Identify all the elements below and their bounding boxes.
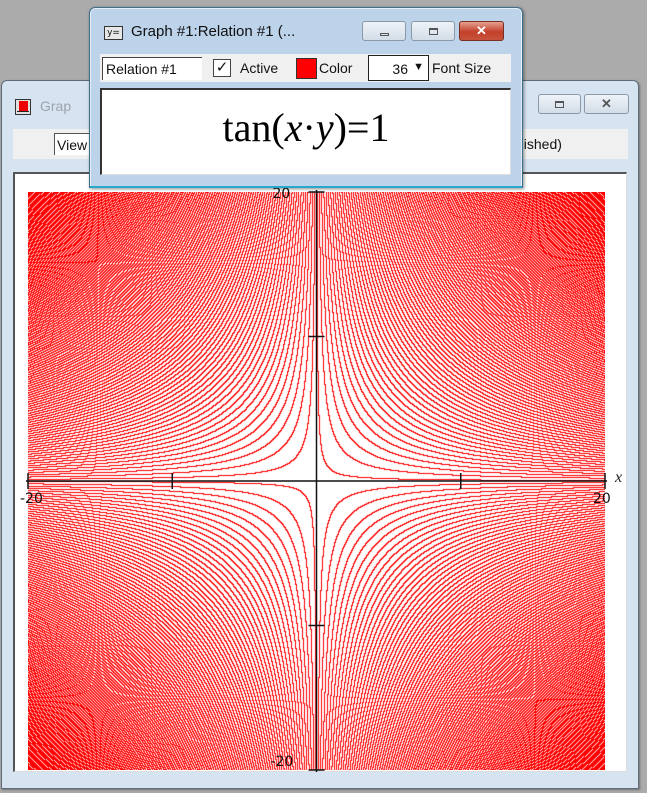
font-size-label: Font Size bbox=[432, 60, 492, 76]
y-tick-label-max: 20 bbox=[272, 186, 291, 202]
maximize-button[interactable] bbox=[538, 94, 581, 114]
relation-name-field[interactable]: Relation #1 bbox=[102, 57, 202, 80]
maximize-icon bbox=[428, 27, 438, 35]
close-icon: ✕ bbox=[476, 23, 487, 38]
color-swatch[interactable] bbox=[296, 58, 317, 79]
active-label: Active bbox=[240, 60, 279, 76]
close-icon: ✕ bbox=[601, 96, 612, 111]
minimize-button[interactable] bbox=[362, 21, 406, 41]
color-label: Color bbox=[319, 60, 353, 76]
y-tick-label-min: -20 bbox=[270, 754, 294, 770]
plot-pane[interactable]: -20 20 20 -20 x bbox=[13, 172, 627, 772]
close-button[interactable]: ✕ bbox=[459, 21, 504, 41]
plot-axes bbox=[26, 190, 607, 772]
x-axis-label: x bbox=[615, 469, 623, 486]
maximize-button[interactable] bbox=[411, 21, 455, 41]
graph-app-icon bbox=[15, 99, 31, 115]
relation-icon: y= bbox=[104, 26, 123, 40]
relation-toolbar: Relation #1 ✓ Active Color 36 ▼ Font Siz… bbox=[100, 54, 511, 82]
close-button[interactable]: ✕ bbox=[584, 94, 629, 114]
x-tick-label-min: -20 bbox=[20, 491, 43, 507]
maximize-icon bbox=[555, 100, 564, 108]
relation-expression: tan(x·y)=1 bbox=[222, 105, 390, 150]
minimize-icon bbox=[379, 32, 389, 36]
font-size-select[interactable]: 36 ▼ bbox=[368, 55, 429, 81]
font-size-value: 36 bbox=[392, 61, 408, 77]
graph-window-title: Grap bbox=[40, 98, 72, 114]
expression-editor[interactable]: tan(x·y)=1 bbox=[100, 88, 511, 175]
relation-dialog: y= Graph #1:Relation #1 (... ✕ Relation … bbox=[89, 7, 523, 188]
dropdown-arrow-icon: ▼ bbox=[413, 61, 424, 73]
x-tick-label-max: 20 bbox=[593, 491, 611, 507]
relation-dialog-title: Graph #1:Relation #1 (... bbox=[131, 23, 296, 40]
active-checkbox[interactable]: ✓ bbox=[213, 59, 231, 77]
